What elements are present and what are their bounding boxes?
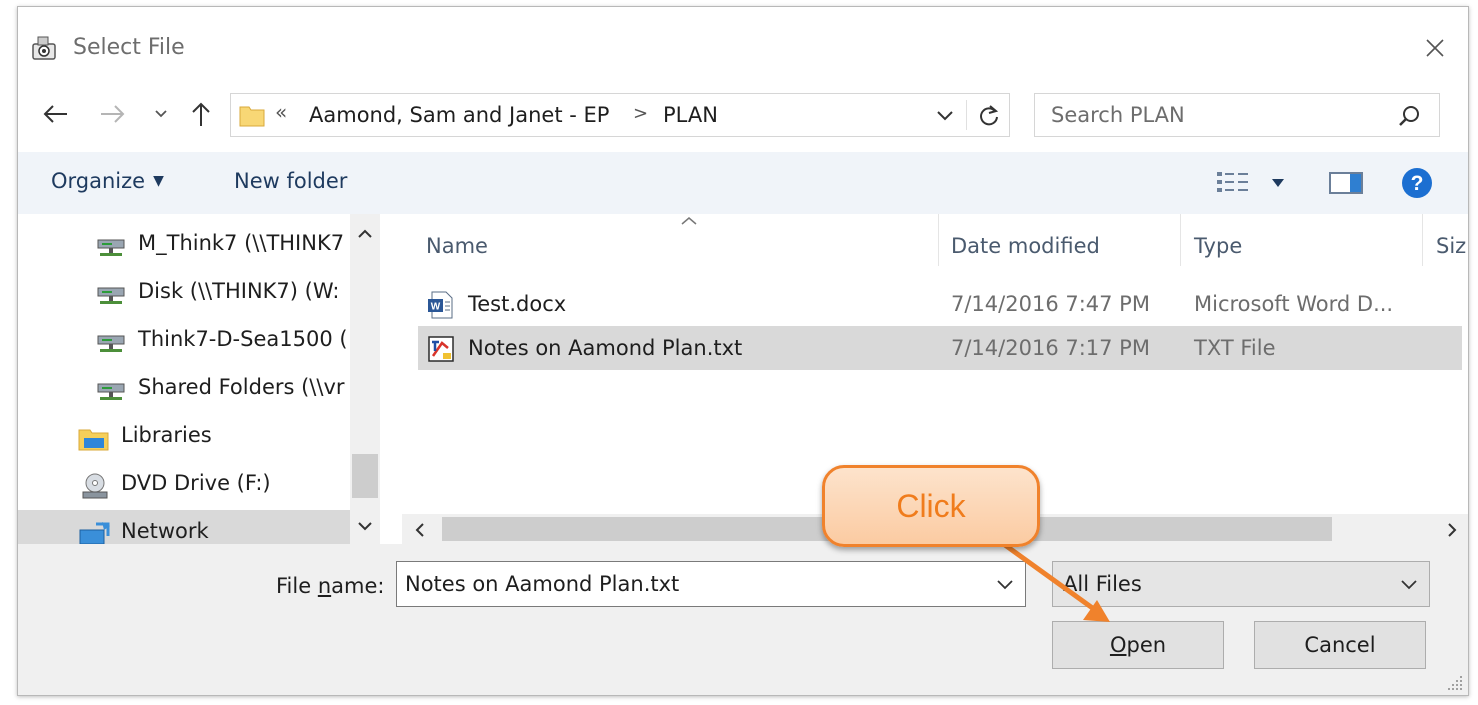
recent-locations-button[interactable]: [150, 101, 172, 127]
sidebar-scrollbar[interactable]: [350, 214, 380, 544]
folder-icon: [239, 106, 265, 127]
sidebar-item-dvd-drive[interactable]: DVD Drive (F:): [18, 462, 348, 506]
libraries-icon: [78, 429, 109, 451]
network-drive-icon: [97, 383, 125, 400]
file-name-input[interactable]: Notes on Aamond Plan.txt: [396, 561, 1026, 607]
help-icon[interactable]: ?: [1401, 167, 1433, 199]
dvd-drive-icon: [82, 473, 108, 499]
svg-text:W: W: [431, 302, 441, 313]
breadcrumb-parent[interactable]: Aamond, Sam and Janet - EP: [309, 103, 609, 127]
preview-pane-icon[interactable]: [1328, 170, 1364, 196]
chevron-down-icon: [155, 110, 167, 118]
file-type-value: All Files: [1063, 572, 1142, 596]
app-icon: [32, 36, 56, 60]
sidebar-item-shared-folders[interactable]: Shared Folders (\\vr: [18, 366, 348, 410]
search-icon[interactable]: [1397, 104, 1421, 128]
up-button[interactable]: [184, 97, 218, 131]
sidebar-item-think7-d-sea1500[interactable]: Think7-D-Sea1500 (: [18, 318, 348, 362]
sort-ascending-icon: [681, 217, 697, 225]
column-header-date-modified[interactable]: Date modified: [951, 234, 1100, 258]
sidebar-item-label: DVD Drive (F:): [121, 471, 271, 495]
navigation-pane: M_Think7 (\\THINK7 Disk (\\THINK7) (W: T…: [18, 214, 380, 544]
address-dropdown-icon[interactable]: [935, 108, 955, 124]
forward-button[interactable]: [96, 97, 130, 131]
click-callout: Click: [822, 465, 1040, 547]
file-type: Microsoft Word D...: [1194, 292, 1394, 316]
resize-grip-icon[interactable]: [1446, 674, 1464, 692]
file-date: 7/14/2016 7:17 PM: [951, 336, 1150, 360]
select-file-dialog: Select File « Aamond, Sam and Janet - EP…: [17, 6, 1469, 696]
dialog-title: Select File: [73, 35, 185, 60]
file-name: Notes on Aamond Plan.txt: [468, 336, 743, 360]
sidebar-item-m-think7[interactable]: M_Think7 (\\THINK7: [18, 222, 348, 266]
chevron-down-icon[interactable]: [357, 520, 373, 532]
open-button[interactable]: Open: [1052, 621, 1224, 669]
search-input[interactable]: Search PLAN: [1051, 103, 1185, 127]
search-box[interactable]: Search PLAN: [1034, 93, 1440, 137]
address-overflow-chevron[interactable]: «: [275, 100, 287, 124]
file-name-label: File name:: [276, 574, 385, 598]
command-bar: Organize ▼ New folder ?: [18, 152, 1468, 214]
arrow-left-icon: [43, 105, 67, 123]
svg-text:?: ?: [1411, 172, 1424, 195]
chevron-right-icon[interactable]: [1446, 522, 1458, 538]
network-drive-icon: [97, 239, 125, 256]
cancel-button[interactable]: Cancel: [1254, 621, 1426, 669]
chevron-left-icon[interactable]: [414, 522, 426, 538]
chevron-down-icon: [1401, 580, 1417, 590]
chevron-up-icon[interactable]: [357, 228, 373, 240]
sidebar-item-network[interactable]: Network: [18, 510, 350, 544]
column-divider[interactable]: [1422, 214, 1423, 266]
file-row[interactable]: Notes on Aamond Plan.txt 7/14/2016 7:17 …: [418, 326, 1462, 370]
column-divider[interactable]: [938, 214, 939, 266]
organize-label: Organize: [51, 169, 146, 193]
chevron-down-icon[interactable]: [995, 578, 1015, 592]
sidebar-item-label: Think7-D-Sea1500 (: [138, 327, 348, 351]
address-bar[interactable]: « Aamond, Sam and Janet - EP > PLAN: [230, 93, 1010, 137]
sidebar-item-label: Network: [121, 519, 209, 543]
column-header-type[interactable]: Type: [1194, 234, 1242, 258]
file-date: 7/14/2016 7:47 PM: [951, 292, 1150, 316]
file-name: Test.docx: [468, 292, 567, 316]
scrollbar-thumb[interactable]: [352, 454, 378, 498]
arrow-up-icon: [192, 102, 210, 126]
column-header-size[interactable]: Siz: [1436, 234, 1466, 258]
organize-menu[interactable]: Organize ▼: [51, 169, 164, 193]
sidebar-item-disk-w[interactable]: Disk (\\THINK7) (W:: [18, 270, 348, 314]
breadcrumb-separator[interactable]: >: [633, 103, 648, 124]
file-row[interactable]: W Test.docx 7/14/2016 7:47 PM Microsoft …: [418, 282, 1462, 326]
network-icon: [79, 522, 110, 544]
sidebar-item-label: Disk (\\THINK7) (W:: [138, 279, 340, 303]
file-type-select[interactable]: All Files: [1052, 561, 1430, 607]
caret-down-icon[interactable]: [1270, 176, 1286, 190]
sidebar-item-libraries[interactable]: Libraries: [18, 414, 348, 458]
file-name-value[interactable]: Notes on Aamond Plan.txt: [405, 572, 679, 596]
close-icon[interactable]: [1421, 34, 1449, 62]
column-header-name[interactable]: Name: [426, 234, 488, 258]
column-divider[interactable]: [1180, 214, 1181, 266]
view-options-icon[interactable]: [1216, 170, 1250, 196]
dialog-footer: File name: Notes on Aamond Plan.txt All …: [18, 544, 1468, 695]
arrow-right-icon: [101, 105, 125, 123]
word-document-icon: W: [428, 291, 453, 319]
caret-down-icon: ▼: [153, 173, 164, 189]
text-file-icon: [428, 336, 454, 362]
address-divider: [966, 100, 967, 130]
file-type: TXT File: [1194, 336, 1276, 360]
refresh-icon[interactable]: [976, 102, 1002, 128]
sidebar-item-label: Shared Folders (\\vr: [138, 375, 345, 399]
network-drive-icon: [97, 335, 125, 352]
back-button[interactable]: [38, 97, 72, 131]
new-folder-button[interactable]: New folder: [234, 169, 347, 193]
sidebar-item-label: M_Think7 (\\THINK7: [138, 231, 345, 255]
sidebar-item-label: Libraries: [121, 423, 212, 447]
breadcrumb-current[interactable]: PLAN: [663, 103, 718, 127]
network-drive-icon: [97, 287, 125, 304]
